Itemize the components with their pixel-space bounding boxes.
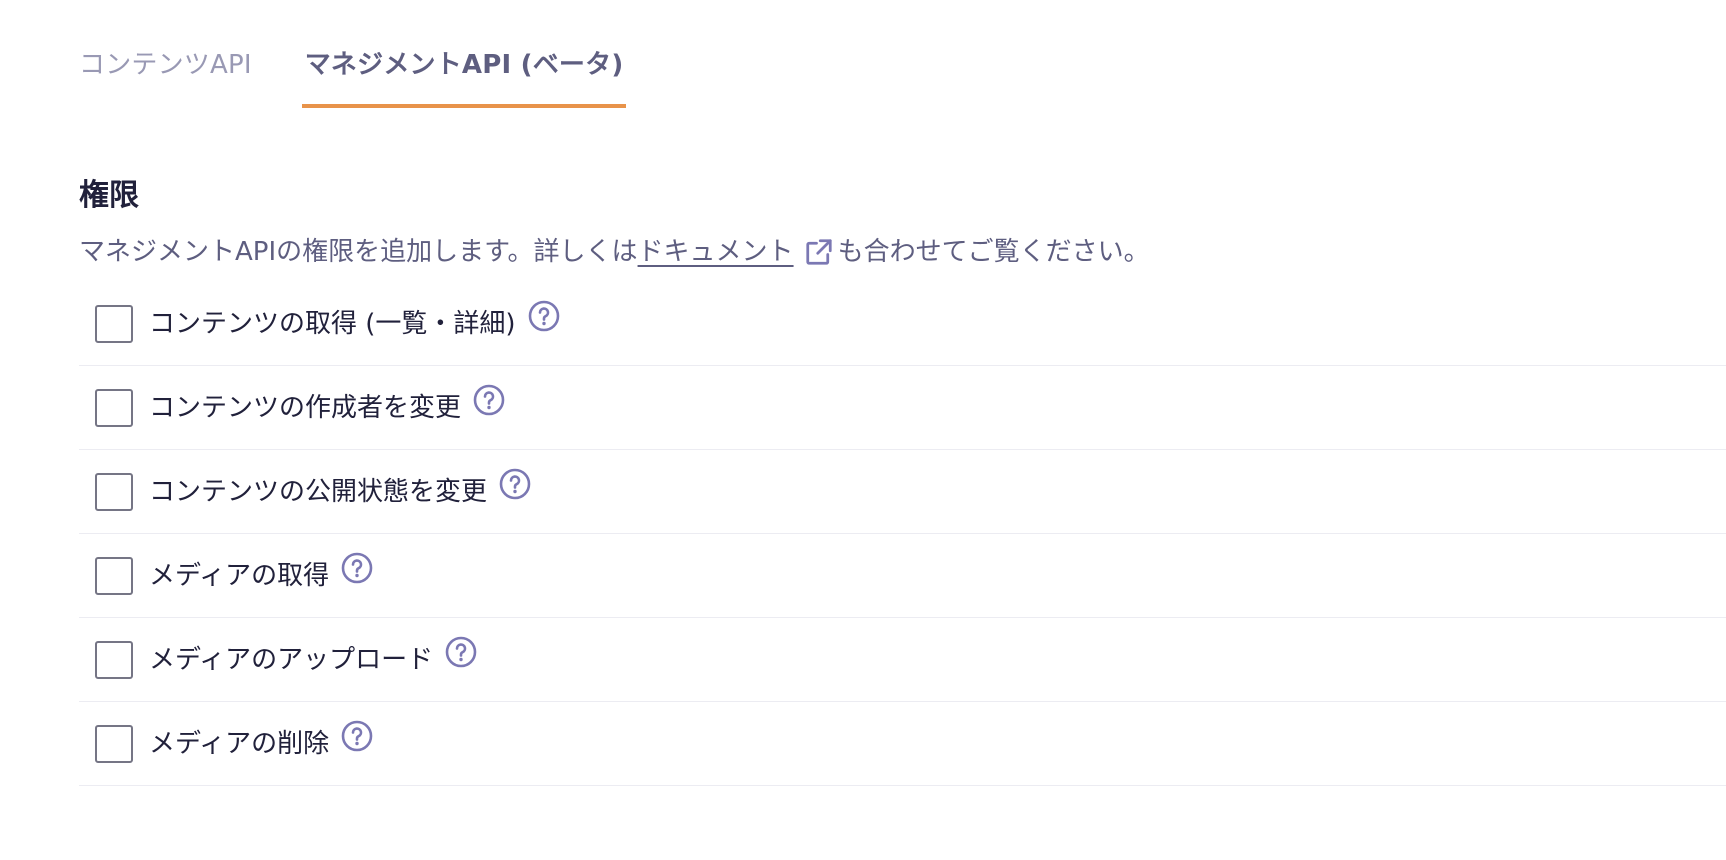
- permission-label[interactable]: メディアの削除: [149, 727, 329, 761]
- permission-checkbox[interactable]: [95, 724, 133, 763]
- permission-checkbox[interactable]: [95, 556, 133, 595]
- permission-checkbox[interactable]: [95, 304, 133, 343]
- permission-label[interactable]: コンテンツの取得 (一覧・詳細): [149, 307, 516, 341]
- help-icon[interactable]: [473, 384, 505, 416]
- permission-checkbox[interactable]: [95, 388, 133, 427]
- api-tabs: コンテンツAPI マネジメントAPI (ベータ): [79, 0, 627, 108]
- documentation-link[interactable]: ドキュメント: [638, 232, 794, 272]
- permission-item: メディアの削除: [79, 702, 1726, 786]
- permission-label[interactable]: コンテンツの作成者を変更: [149, 391, 461, 425]
- permission-item: コンテンツの公開状態を変更: [79, 450, 1726, 534]
- help-icon[interactable]: [341, 720, 373, 752]
- permission-checkbox[interactable]: [95, 472, 133, 511]
- permission-checkbox[interactable]: [95, 640, 133, 679]
- permission-label[interactable]: コンテンツの公開状態を変更: [149, 475, 487, 509]
- tab-content-api[interactable]: コンテンツAPI: [79, 0, 252, 108]
- permission-item: メディアの取得: [79, 534, 1726, 618]
- help-icon[interactable]: [445, 636, 477, 668]
- permissions-section: 権限 マネジメントAPIの権限を追加します。詳しくは ドキュメント も合わせてご…: [79, 172, 1726, 802]
- permission-label[interactable]: メディアの取得: [149, 559, 329, 593]
- description-text-before: マネジメントAPIの権限を追加します。詳しくは: [79, 237, 638, 267]
- help-icon[interactable]: [341, 552, 373, 584]
- permission-item: メディアのアップロード: [79, 618, 1726, 702]
- permission-list: コンテンツの取得 (一覧・詳細) コンテンツの作成者を変更 コンテンツの公開状態…: [79, 282, 1726, 786]
- permission-item: コンテンツの取得 (一覧・詳細): [79, 282, 1726, 366]
- permission-item: コンテンツの作成者を変更: [79, 366, 1726, 450]
- section-description: マネジメントAPIの権限を追加します。詳しくは ドキュメント も合わせてご覧くだ…: [79, 232, 1726, 272]
- tab-management-api[interactable]: マネジメントAPI (ベータ): [301, 0, 627, 108]
- description-text-after: も合わせてご覧ください。: [837, 237, 1150, 267]
- external-link-icon[interactable]: [804, 237, 834, 267]
- help-icon[interactable]: [499, 468, 531, 500]
- permission-label[interactable]: メディアのアップロード: [149, 643, 433, 677]
- help-icon[interactable]: [528, 300, 560, 332]
- section-title: 権限: [79, 178, 139, 213]
